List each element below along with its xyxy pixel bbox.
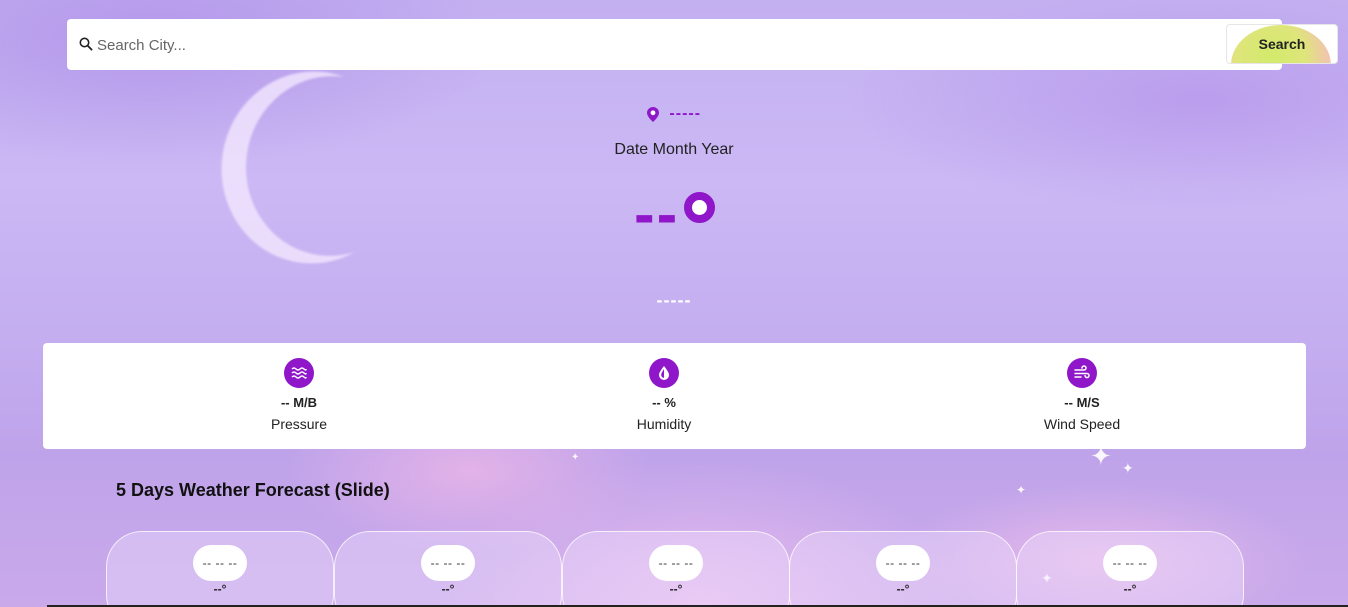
forecast-temp: --°	[1123, 582, 1137, 596]
search-icon	[79, 37, 93, 51]
forecast-day: -- -- --	[193, 545, 247, 581]
pressure-waves-icon	[284, 358, 314, 388]
forecast-day: -- -- --	[649, 545, 703, 581]
forecast-day: -- -- --	[421, 545, 475, 581]
forecast-temp: --°	[669, 582, 683, 596]
forecast-day: -- -- --	[1103, 545, 1157, 581]
forecast-card[interactable]: -- -- -- --°	[562, 531, 790, 607]
current-temperature: --	[634, 184, 715, 246]
forecast-temp: --°	[896, 582, 910, 596]
forecast-card[interactable]: -- -- -- --°	[334, 531, 562, 607]
star-decoration: ✦	[1122, 461, 1134, 477]
pressure-label: Pressure	[270, 416, 328, 432]
pressure-value: -- M/B	[280, 395, 318, 410]
weather-stats-card: -- M/B Pressure -- % Humidity -- M/S Win…	[43, 343, 1306, 449]
humidity-drop-icon	[649, 358, 679, 388]
location-pin-icon	[646, 106, 659, 122]
wind-icon	[1067, 358, 1097, 388]
forecast-day: -- -- --	[876, 545, 930, 581]
search-button[interactable]: Search	[1226, 24, 1338, 64]
wind-speed-label: Wind Speed	[1043, 416, 1121, 432]
stat-wind-speed: -- M/S Wind Speed	[982, 343, 1182, 432]
star-decoration: ✦	[571, 452, 580, 463]
moon-decoration	[234, 65, 427, 267]
search-bar: Search	[67, 19, 1338, 70]
temperature-value: --	[634, 180, 680, 249]
forecast-card[interactable]: -- -- -- --°	[106, 531, 334, 607]
humidity-label: Humidity	[636, 416, 692, 432]
humidity-value: -- %	[652, 395, 676, 410]
search-button-label: Search	[1258, 36, 1306, 52]
star-decoration: ✦	[1016, 483, 1027, 497]
forecast-temp: --°	[213, 582, 227, 596]
search-input[interactable]	[97, 29, 1137, 61]
stat-humidity: -- % Humidity	[564, 343, 764, 432]
weather-condition: -----	[656, 290, 692, 310]
current-date: Date Month Year	[614, 141, 734, 158]
forecast-title: 5 Days Weather Forecast (Slide)	[116, 480, 390, 500]
stat-pressure: -- M/B Pressure	[199, 343, 399, 432]
degree-icon	[684, 192, 715, 223]
location: -----	[0, 105, 1348, 123]
wind-speed-value: -- M/S	[1064, 395, 1100, 410]
location-name: -----	[669, 105, 702, 122]
forecast-card[interactable]: -- -- -- --°	[789, 531, 1017, 607]
forecast-card[interactable]: -- -- -- --°	[1016, 531, 1244, 607]
forecast-temp: --°	[441, 582, 455, 596]
